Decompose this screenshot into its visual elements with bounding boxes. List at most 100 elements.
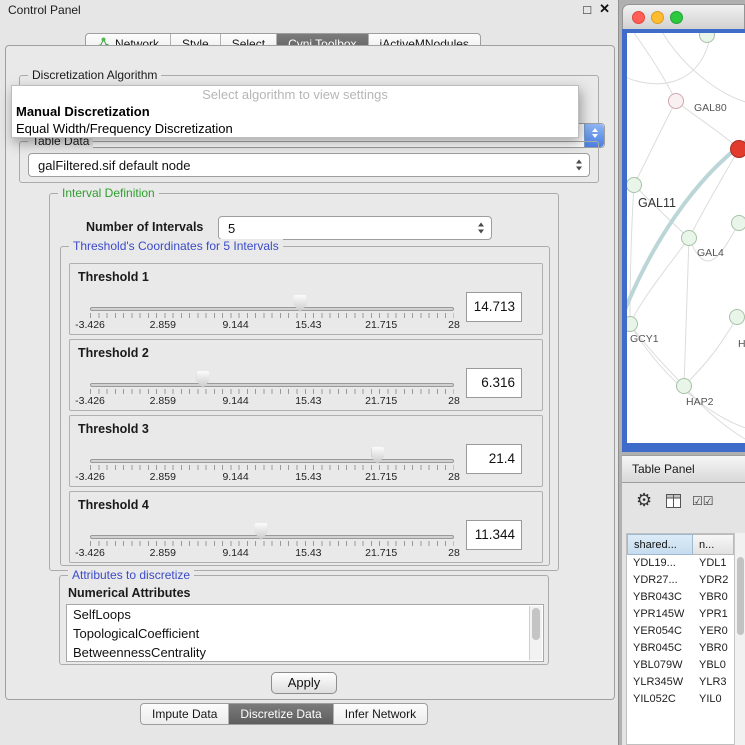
apply-button[interactable]: Apply xyxy=(271,672,337,694)
tick-label: -3.426 xyxy=(75,395,105,407)
threshold-slider[interactable]: -3.426 2.859 9.144 15.43 21.715 28 xyxy=(90,416,454,488)
number-of-intervals-combobox[interactable]: 5 xyxy=(218,216,492,240)
slider-track[interactable] xyxy=(90,459,454,463)
threshold-value-field[interactable]: 11.344 xyxy=(466,520,522,550)
cell: YDR27... xyxy=(633,572,678,589)
cyni-toolbox-panel: Discretization Algorithm Select algorith… xyxy=(5,45,615,700)
cyni-mode-tabs: Impute Data Discretize Data Infer Networ… xyxy=(140,703,428,725)
list-scrollbar[interactable] xyxy=(529,606,542,660)
minimize-traffic-light-icon[interactable] xyxy=(651,11,664,24)
threshold-value-field[interactable]: 6.316 xyxy=(466,368,522,398)
tick-label: 2.859 xyxy=(150,395,176,407)
table-row[interactable]: YIL052CYIL0 xyxy=(627,691,734,708)
threshold-slider[interactable]: -3.426 2.859 9.144 15.43 21.715 28 xyxy=(90,340,454,412)
threshold-slider[interactable]: -3.426 2.859 9.144 15.43 21.715 28 xyxy=(90,264,454,336)
cell: YPR145W xyxy=(633,606,684,623)
network-window-titlebar[interactable] xyxy=(622,4,745,29)
threshold-value-field[interactable]: 21.4 xyxy=(466,444,522,474)
cell: YBL079W xyxy=(633,657,683,674)
float-window-icon[interactable]: □ xyxy=(583,2,591,17)
slider-ticks xyxy=(90,389,454,394)
scrollbar-thumb[interactable] xyxy=(737,557,744,635)
group-title: Interval Definition xyxy=(58,186,159,200)
table-row[interactable]: YBL079WYBL0 xyxy=(627,657,734,674)
tick-label: 28 xyxy=(448,547,460,559)
dropdown-hint: Select algorithm to view settings xyxy=(12,86,578,103)
network-node-selected[interactable] xyxy=(730,140,745,158)
slider-track[interactable] xyxy=(90,535,454,539)
table-row[interactable]: YLR345WYLR3 xyxy=(627,674,734,691)
table-row[interactable]: YPR145W YPR1 xyxy=(627,606,734,623)
cell: YBR043C xyxy=(633,589,682,606)
algorithm-dropdown-popup: Select algorithm to view settings Manual… xyxy=(11,85,579,138)
node-table: shared... n... YDL19...YDL1 YDR27...YDR2… xyxy=(626,533,734,745)
tick-label: 15.43 xyxy=(295,471,321,483)
network-node[interactable] xyxy=(729,309,745,325)
cell: YIL052C xyxy=(633,691,676,708)
tick-label: -3.426 xyxy=(75,319,105,331)
cell: YBR0 xyxy=(699,640,728,657)
slider-scale: -3.426 2.859 9.144 15.43 21.715 28 xyxy=(90,395,454,407)
list-item[interactable]: BetweennessCentrality xyxy=(67,643,543,662)
table-row[interactable]: YBR043C YBR0 xyxy=(627,589,734,606)
slider-ticks xyxy=(90,541,454,546)
network-node[interactable] xyxy=(731,215,745,231)
dropdown-item-manual-discretization[interactable]: Manual Discretization xyxy=(12,103,578,120)
interval-definition-group: Interval Definition Number of Intervals … xyxy=(49,193,559,571)
columns-icon[interactable] xyxy=(666,494,681,513)
combobox-value: 5 xyxy=(228,221,235,236)
table-row[interactable]: YDL19...YDL1 xyxy=(627,555,734,572)
tick-label: 15.43 xyxy=(295,547,321,559)
table-row[interactable]: YBR045CYBR0 xyxy=(627,640,734,657)
network-node-gal80[interactable] xyxy=(668,93,684,109)
dropdown-item-equal-width-frequency[interactable]: Equal Width/Frequency Discretization xyxy=(12,120,578,137)
threshold-slider[interactable]: -3.426 2.859 9.144 15.43 21.715 28 xyxy=(90,492,454,564)
tick-label: 21.715 xyxy=(365,319,397,331)
tab-discretize-data[interactable]: Discretize Data xyxy=(229,704,333,724)
node-label: GAL4 xyxy=(697,247,724,259)
tick-label: 15.43 xyxy=(295,395,321,407)
tick-label: 28 xyxy=(448,395,460,407)
tab-impute-data[interactable]: Impute Data xyxy=(141,704,229,724)
table-scrollbar[interactable] xyxy=(734,533,745,745)
group-title: Discretization Algorithm xyxy=(28,68,161,82)
close-traffic-light-icon[interactable] xyxy=(632,11,645,24)
table-data-combobox[interactable]: galFiltered.sif default node xyxy=(28,153,590,177)
network-node-gal4[interactable] xyxy=(681,230,697,246)
list-item[interactable]: SelfLoops xyxy=(67,605,543,624)
table-row[interactable]: YER054CYER0 xyxy=(627,623,734,640)
slider-track[interactable] xyxy=(90,383,454,387)
threshold-panel: Threshold 2 -3.426 2.859 9.144 15.43 21.… xyxy=(69,339,543,411)
tick-label: 21.715 xyxy=(365,471,397,483)
gear-icon[interactable]: ⚙ xyxy=(636,490,652,511)
cell: YER0 xyxy=(699,623,728,640)
attributes-to-discretize-group: Attributes to discretize Numerical Attri… xyxy=(59,575,549,665)
threshold-panel: Threshold 4 -3.426 2.859 9.144 15.43 21.… xyxy=(69,491,543,563)
cell: YPR1 xyxy=(699,606,728,623)
tab-infer-network[interactable]: Infer Network xyxy=(334,704,427,724)
tick-label: 9.144 xyxy=(222,395,248,407)
table-row[interactable]: YDR27...YDR2 xyxy=(627,572,734,589)
column-header-shared-name[interactable]: shared... xyxy=(627,534,693,555)
cell: YBR0 xyxy=(699,589,728,606)
tick-label: -3.426 xyxy=(75,547,105,559)
network-node-hap2[interactable] xyxy=(676,378,692,394)
scrollbar-thumb[interactable] xyxy=(532,608,540,640)
network-view-frame: GAL80 GAL11 GAL4 GCY1 HAP2 H xyxy=(622,29,745,452)
close-icon[interactable]: ✕ xyxy=(599,1,610,17)
numerical-attributes-list[interactable]: SelfLoops TopologicalCoefficient Between… xyxy=(66,604,544,662)
tab-label: Discretize Data xyxy=(240,707,321,721)
list-item[interactable]: TopologicalCoefficient xyxy=(67,624,543,643)
tick-label: 28 xyxy=(448,471,460,483)
zoom-traffic-light-icon[interactable] xyxy=(670,11,683,24)
threshold-value-field[interactable]: 14.713 xyxy=(466,292,522,322)
column-header-name[interactable]: n... xyxy=(693,534,734,555)
network-canvas[interactable]: GAL80 GAL11 GAL4 GCY1 HAP2 H xyxy=(627,33,745,443)
network-view-window: GAL80 GAL11 GAL4 GCY1 HAP2 H xyxy=(622,4,745,452)
slider-track[interactable] xyxy=(90,307,454,311)
table-panel-titlebar[interactable]: Table Panel xyxy=(622,455,745,483)
tick-label: 2.859 xyxy=(150,471,176,483)
combobox-arrows-icon xyxy=(576,160,582,171)
threshold-panel: Threshold 3 -3.426 2.859 9.144 15.43 21.… xyxy=(69,415,543,487)
checkbox-icons[interactable]: ☑☑ xyxy=(692,494,714,508)
